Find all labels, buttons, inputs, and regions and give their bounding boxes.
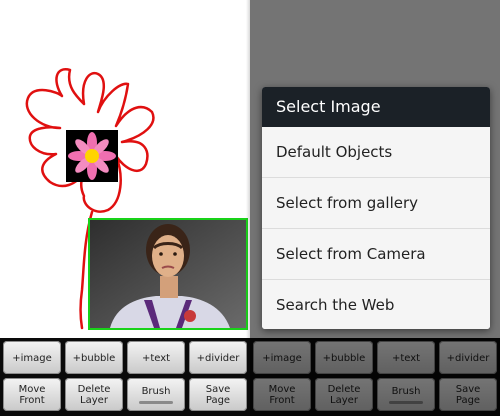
default-objects-option[interactable]: Default Objects: [262, 127, 490, 178]
add-image-button[interactable]: +image: [3, 341, 61, 374]
brush-indicator: [139, 401, 173, 404]
editor-toolbar: +image +bubble +text +divider Move Front…: [0, 338, 250, 416]
save-page-label: Save Page: [205, 384, 231, 406]
pink-flower-icon[interactable]: [66, 130, 118, 182]
add-divider-label: +divider: [196, 352, 240, 364]
add-divider-button[interactable]: +divider: [189, 341, 247, 374]
delete-layer-label: Delete Layer: [77, 384, 111, 406]
brush-label: Brush: [141, 386, 171, 397]
photo-image[interactable]: [88, 218, 248, 330]
brush-button[interactable]: Brush: [127, 378, 185, 411]
move-front-button[interactable]: Move Front: [3, 378, 61, 411]
drawing-canvas[interactable]: [0, 0, 250, 338]
delete-layer-button[interactable]: Delete Layer: [65, 378, 123, 411]
add-image-label: +image: [12, 352, 52, 364]
add-text-label: +text: [141, 352, 171, 364]
dialog-title: Select Image: [262, 87, 490, 127]
select-from-gallery-option[interactable]: Select from gallery: [262, 178, 490, 229]
add-bubble-label: +bubble: [72, 352, 116, 364]
editor-screen: +image +bubble +text +divider Move Front…: [0, 0, 250, 416]
save-page-button[interactable]: Save Page: [189, 378, 247, 411]
add-bubble-button[interactable]: +bubble: [65, 341, 123, 374]
select-image-dialog: Select Image Default Objects Select from…: [262, 87, 490, 329]
search-the-web-option[interactable]: Search the Web: [262, 280, 490, 329]
select-from-camera-option[interactable]: Select from Camera: [262, 229, 490, 280]
select-image-screen: +image +bubble +text +divider Move Front…: [250, 0, 500, 416]
add-text-button[interactable]: +text: [127, 341, 185, 374]
move-front-label: Move Front: [18, 384, 46, 406]
